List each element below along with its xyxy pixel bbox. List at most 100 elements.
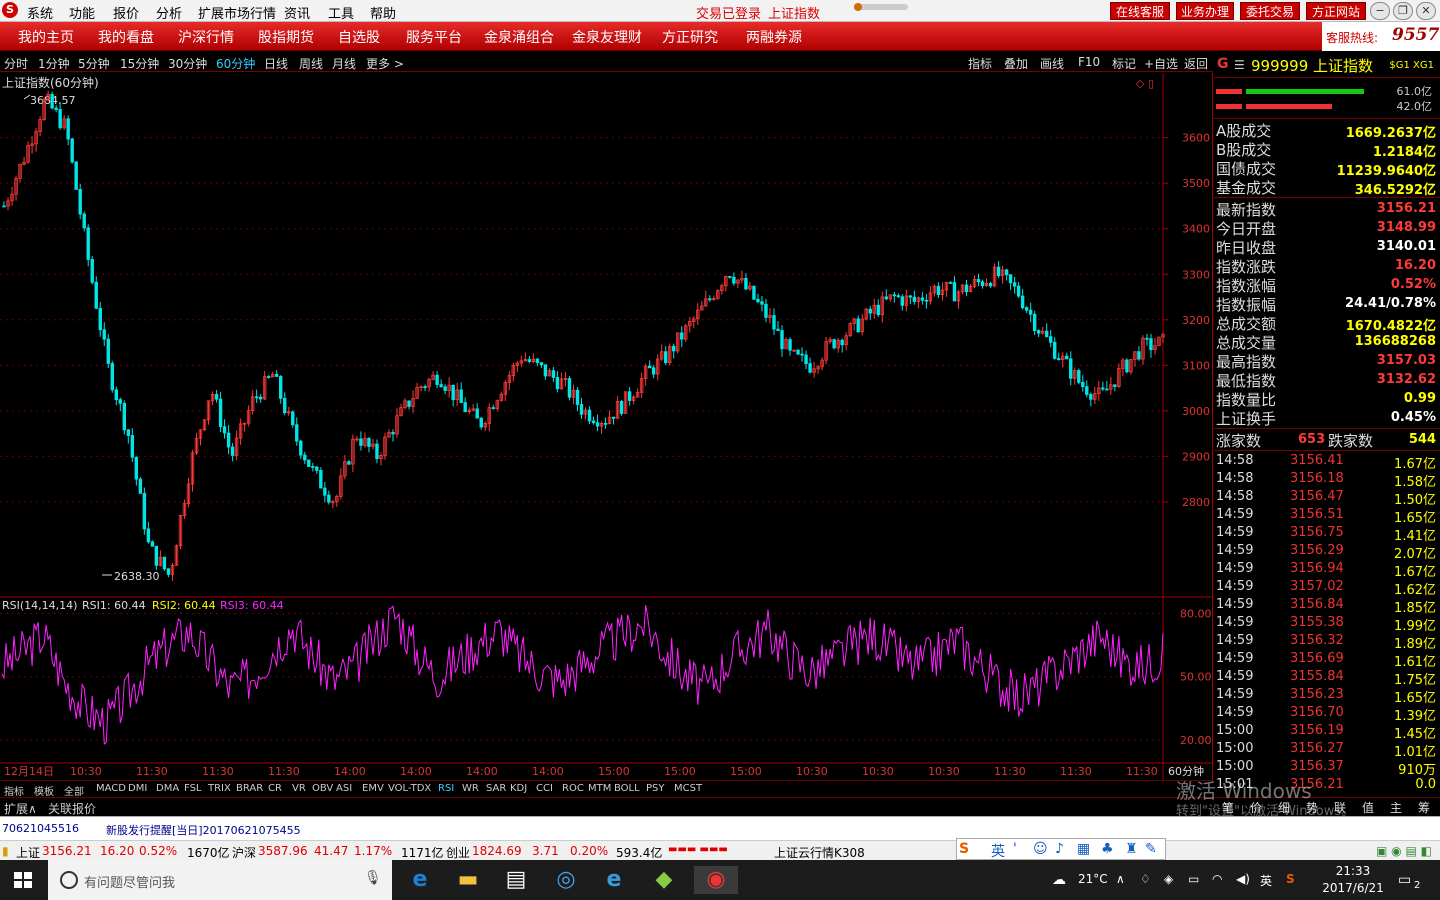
indicator-tab[interactable]: 模板 <box>34 783 54 798</box>
cortana-search[interactable]: 有问题尽管问我 🎙 <box>48 860 392 900</box>
wifi-icon[interactable]: ◠ <box>1212 872 1222 886</box>
file-explorer-icon[interactable]: ▬ <box>454 866 482 894</box>
indicator-tab[interactable]: ROC <box>562 783 584 794</box>
tool-button[interactable]: 叠加 <box>1004 55 1028 72</box>
period-tab[interactable]: 1分钟 <box>38 55 70 72</box>
indicator-tab[interactable]: DMI <box>128 783 147 794</box>
indicator-tab[interactable]: RSI <box>438 783 454 794</box>
tool-button[interactable]: 返回 <box>1184 55 1208 72</box>
period-tab[interactable]: 5分钟 <box>78 55 110 72</box>
tool-button[interactable]: 标记 <box>1112 55 1136 72</box>
nav-item[interactable]: 服务平台 <box>406 27 462 47</box>
close-icon[interactable]: ✕ <box>1416 2 1436 20</box>
menu-item[interactable]: 报价 <box>113 3 139 22</box>
ime-lang[interactable]: 英 <box>991 841 1005 861</box>
trade-button[interactable]: 委托交易 <box>1240 2 1300 20</box>
clock[interactable]: 21:33 2017/6/21 <box>1318 863 1388 897</box>
ime-punct-icon[interactable]: ' <box>1013 841 1017 857</box>
menu-item[interactable]: 系统 <box>27 3 53 22</box>
weather-temp[interactable]: 21°C <box>1078 872 1108 886</box>
indicator-tab[interactable]: OBV <box>312 783 333 794</box>
restore-icon[interactable]: ❐ <box>1393 2 1413 20</box>
business-button[interactable]: 业务办理 <box>1176 2 1234 20</box>
indicator-tab[interactable]: WR <box>462 783 479 794</box>
indicator-tab[interactable]: VOL-TDX <box>388 783 431 794</box>
ime-keyboard-icon[interactable]: ▦ <box>1077 841 1090 857</box>
indicator-tab[interactable]: CCI <box>536 783 553 794</box>
panel-tab[interactable]: 值 <box>1362 799 1374 816</box>
lang-indicator[interactable]: 英 <box>1260 872 1272 889</box>
ime-skin-icon[interactable]: ♣ <box>1101 841 1114 857</box>
sogou-tray-icon[interactable]: S <box>1286 872 1295 886</box>
weather-icon[interactable]: ☁ <box>1052 872 1066 888</box>
volume-icon[interactable]: ◀) <box>1236 872 1250 886</box>
nav-item[interactable]: 两融券源 <box>746 27 802 47</box>
period-tab[interactable]: 分时 <box>4 55 28 72</box>
indicator-tab[interactable]: 指标 <box>4 783 24 798</box>
ime-shirt-icon[interactable]: ♜ <box>1125 841 1138 857</box>
panel-tab[interactable]: 筹 <box>1418 799 1430 816</box>
indicator-tab[interactable]: SAR <box>486 783 506 794</box>
ime-mic-icon[interactable]: ♪ <box>1055 841 1064 857</box>
menu-icon[interactable]: ☰ <box>1234 58 1245 72</box>
nav-item[interactable]: 股指期货 <box>258 27 314 47</box>
indicator-tab[interactable]: DMA <box>156 783 179 794</box>
chart-options-icon[interactable]: ◇ ▯ <box>1136 77 1154 90</box>
indicator-tab[interactable]: BOLL <box>614 783 640 794</box>
ime-emoji-icon[interactable]: ☺ <box>1033 841 1048 857</box>
tray-app-icon[interactable]: ◈ <box>1164 872 1173 886</box>
period-tab[interactable]: 15分钟 <box>120 55 159 72</box>
mic-icon[interactable]: 🎙 <box>364 870 382 886</box>
indicator-tab[interactable]: PSY <box>646 783 665 794</box>
tool-button[interactable]: 画线 <box>1040 55 1064 72</box>
ime-tools-icon[interactable]: ✎ <box>1145 841 1157 857</box>
battery-icon[interactable]: ▭ <box>1188 872 1199 886</box>
indicator-tab[interactable]: MCST <box>674 783 702 794</box>
indicator-tab[interactable]: EMV <box>362 783 384 794</box>
slider-handle[interactable] <box>854 3 862 11</box>
menu-item[interactable]: 功能 <box>69 3 95 22</box>
nav-item[interactable]: 我的看盘 <box>98 27 154 47</box>
volume-slider[interactable] <box>854 3 908 11</box>
tool-button[interactable]: +自选 <box>1144 55 1178 72</box>
website-button[interactable]: 方正网站 <box>1306 2 1366 20</box>
indicator-tab[interactable]: VR <box>292 783 306 794</box>
indicator-tab[interactable]: FSL <box>184 783 202 794</box>
tool-button[interactable]: 指标 <box>968 55 992 72</box>
news-headline[interactable]: 新股发行提醒[当日]20170621075455 <box>106 822 301 838</box>
chart-svg[interactable]: 上证指数(60分钟) 3684.57 2638.30 ◇ ▯ RSI(14,14… <box>0 73 1213 780</box>
tool-button[interactable]: F10 <box>1078 55 1100 69</box>
chart-area[interactable]: 上证指数(60分钟) 3684.57 2638.30 ◇ ▯ RSI(14,14… <box>0 73 1213 796</box>
windows-start-icon[interactable] <box>14 872 32 888</box>
indicator-tab[interactable]: BRAR <box>236 783 263 794</box>
nav-item[interactable]: 沪深行情 <box>178 27 234 47</box>
period-tab-selected[interactable]: 60分钟 <box>216 55 255 72</box>
edge-icon[interactable]: e <box>406 866 434 894</box>
tray-chevron-icon[interactable]: ∧ <box>1116 872 1125 886</box>
app-icon[interactable]: ◆ <box>650 866 678 894</box>
minimize-icon[interactable]: − <box>1370 2 1390 20</box>
ime-toolbar[interactable]: S 英 ' ☺ ♪ ▦ ♣ ♜ ✎ <box>956 838 1166 860</box>
period-tab[interactable]: 30分钟 <box>168 55 207 72</box>
nav-item[interactable]: 自选股 <box>338 27 380 47</box>
notification-icon[interactable]: ▭ <box>1398 872 1411 888</box>
expand-button[interactable]: 扩展∧ <box>4 800 37 817</box>
founder-app-icon[interactable]: ◉ <box>694 866 738 894</box>
defender-icon[interactable]: ♢ <box>1140 872 1151 886</box>
panel-tab[interactable]: 主 <box>1390 799 1402 816</box>
menu-item[interactable]: 资讯 <box>284 3 310 22</box>
nav-item[interactable]: 金泉友理财 <box>572 27 642 47</box>
menu-item[interactable]: 扩展市场行情 <box>198 3 276 22</box>
nav-item[interactable]: 金泉涌组合 <box>484 27 554 47</box>
store-icon[interactable]: ▤ <box>502 866 530 894</box>
sogou-icon[interactable]: S <box>959 841 969 857</box>
indicator-tab[interactable]: TRIX <box>208 783 231 794</box>
online-service-button[interactable]: 在线客服 <box>1110 2 1170 20</box>
indicator-tab[interactable]: MACD <box>96 783 126 794</box>
linked-quote-button[interactable]: 关联报价 <box>48 800 96 817</box>
indicator-tab[interactable]: KDJ <box>510 783 527 794</box>
ie-alt-icon[interactable]: ◎ <box>552 866 580 894</box>
menu-item[interactable]: 分析 <box>156 3 182 22</box>
menu-item[interactable]: 工具 <box>328 3 354 22</box>
indicator-tab[interactable]: 全部 <box>64 783 84 798</box>
